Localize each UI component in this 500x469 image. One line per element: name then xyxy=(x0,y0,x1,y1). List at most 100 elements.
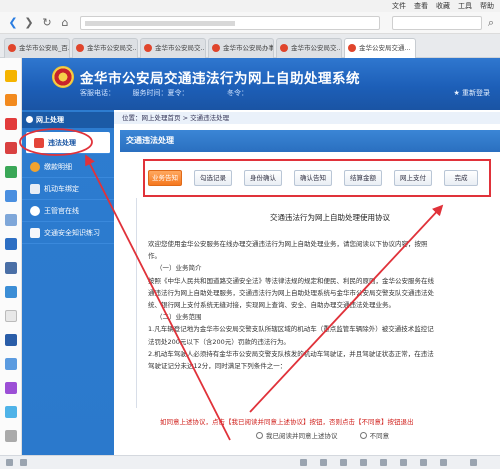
nav-item-safety-quiz[interactable]: 交通安全知识练习 xyxy=(22,222,114,244)
forward-icon[interactable]: ❯ xyxy=(22,16,36,30)
app-icon[interactable] xyxy=(5,334,17,346)
tab-label: 金华公安局交通... xyxy=(359,44,411,52)
address-toolbar: ❮ ❯ ↻ ⌂ ⌕ xyxy=(0,12,500,34)
agree-radio-group: 我已阅读并同意上述协议 不同意 xyxy=(256,430,496,440)
app-icon[interactable] xyxy=(5,142,17,154)
tab-label: 金华市公安局_百... xyxy=(19,44,70,52)
app-icon[interactable] xyxy=(5,406,17,418)
menu-tools[interactable]: 工具 xyxy=(458,1,472,11)
police-emblem-icon xyxy=(52,66,74,88)
status-icon[interactable] xyxy=(420,459,427,466)
step-settle-amount[interactable]: 结算金额 xyxy=(344,170,382,186)
status-bar xyxy=(0,455,500,469)
step-complete[interactable]: 完成 xyxy=(444,170,478,186)
agreement-section-heading: （二）业务范围 xyxy=(156,313,202,322)
agreement-line: 1.凡车辆登记地为金华市公安局交警支队所辖区域的机动车（重点监管车辆除外）被交通… xyxy=(148,325,434,334)
app-icon[interactable] xyxy=(5,358,17,370)
status-icon[interactable] xyxy=(380,459,387,466)
menu-view[interactable]: 查看 xyxy=(414,1,428,11)
step-business-notice[interactable]: 业务告知 xyxy=(148,170,182,186)
search-icon[interactable]: ⌕ xyxy=(484,16,498,30)
tab-2[interactable]: 金华市公安局交... xyxy=(72,38,138,58)
tab-favicon-icon xyxy=(280,44,288,52)
zoom-icon[interactable] xyxy=(470,459,477,466)
nav-item-violation-handling[interactable]: 违法处理 xyxy=(26,132,110,154)
status-icon[interactable] xyxy=(340,459,347,466)
agreement-body: 欢迎您使用金华公安服务在线办理交通违法行为网上自助处理业务，请您阅读以下协议内容… xyxy=(148,238,500,408)
tab-5[interactable]: 金华市公安局交... xyxy=(276,38,342,58)
browser-menu-bar: 文件 查看 收藏 工具 帮助 xyxy=(0,0,500,12)
tab-favicon-icon xyxy=(76,44,84,52)
step-identity-confirm[interactable]: 身份确认 xyxy=(244,170,282,186)
nav-item-label: 缴款明细 xyxy=(44,163,72,171)
vehicle-icon xyxy=(30,184,40,194)
nav-heading: 网上处理 xyxy=(22,112,114,128)
nav-item-payment-details[interactable]: 缴款明细 xyxy=(22,156,114,178)
nav-item-online[interactable]: 王管官在线 xyxy=(22,200,114,222)
tab-strip: 金华市公安局_百... 金华市公安局交... 金华市公安局交... 金华市公安局… xyxy=(0,34,500,58)
app-icon[interactable] xyxy=(5,262,17,274)
disagree-radio-label: 不同意 xyxy=(369,432,390,440)
home-icon[interactable]: ⌂ xyxy=(58,16,72,30)
site-header: 金华市公安局交通违法行为网上自助处理系统 客服电话： 服务时间：夏令： 冬令： … xyxy=(22,58,500,110)
menu-help[interactable]: 帮助 xyxy=(480,1,494,11)
app-icon[interactable] xyxy=(5,382,17,394)
refresh-icon[interactable]: ↻ xyxy=(40,16,54,30)
back-icon[interactable]: ❮ xyxy=(6,16,20,30)
tab-favicon-icon xyxy=(212,44,220,52)
app-icon[interactable] xyxy=(5,310,17,322)
agree-radio[interactable]: 我已阅读并同意上述协议 xyxy=(256,432,338,440)
browser-window: 文件 查看 收藏 工具 帮助 ❮ ❯ ↻ ⌂ ⌕ 金华市公安局_百... 金华市… xyxy=(0,0,500,469)
menu-favorites[interactable]: 收藏 xyxy=(436,1,450,11)
tab-favicon-icon xyxy=(348,44,356,52)
status-icon[interactable] xyxy=(6,459,13,466)
tab-4[interactable]: 金华市公安局办事... xyxy=(208,38,274,58)
status-icon[interactable] xyxy=(400,459,407,466)
browser-sidebar xyxy=(0,58,22,458)
agreement-section-heading: （一）业务简介 xyxy=(156,264,202,273)
quiz-icon xyxy=(30,228,40,238)
app-icon[interactable] xyxy=(5,286,17,298)
tab-3[interactable]: 金华市公安局交... xyxy=(140,38,206,58)
nav-item-vehicle-binding[interactable]: 机动车绑定 xyxy=(22,178,114,200)
tab-label: 金华市公安局交... xyxy=(87,44,138,52)
violation-icon xyxy=(34,138,44,148)
app-icon[interactable] xyxy=(5,94,17,106)
nav-heading-label: 网上处理 xyxy=(36,116,64,124)
app-icon[interactable] xyxy=(5,190,17,202)
app-icon[interactable] xyxy=(5,166,17,178)
menu-file[interactable]: 文件 xyxy=(392,1,406,11)
step-online-payment[interactable]: 网上支付 xyxy=(394,170,432,186)
tab-1[interactable]: 金华市公安局_百... xyxy=(4,38,70,58)
step-select-records[interactable]: 勾选记录 xyxy=(194,170,232,186)
url-input[interactable] xyxy=(80,16,380,30)
user-icon xyxy=(30,206,40,216)
app-icon[interactable] xyxy=(5,430,17,442)
payment-icon xyxy=(30,162,40,172)
status-icon[interactable] xyxy=(20,459,27,466)
relogin-link[interactable]: ★ 重新登录 xyxy=(453,88,490,98)
app-icon[interactable] xyxy=(5,118,17,130)
tab-favicon-icon xyxy=(144,44,152,52)
agreement-line: 2.机动车驾驶人必须持有金华市公安局交警支队核发的机动车驾驶证，并且驾驶证状态正… xyxy=(148,349,434,358)
status-icon[interactable] xyxy=(320,459,327,466)
favorites-star-icon[interactable] xyxy=(5,70,17,82)
agreement-line: 作。 xyxy=(148,252,161,261)
left-nav: 网上处理 违法处理 缴款明细 机动车绑定 王管官在线 交通安全知识练习 xyxy=(22,110,114,455)
agree-radio-label: 我已阅读并同意上述协议 xyxy=(266,432,338,440)
nav-heading-icon xyxy=(26,116,33,123)
agreement-line: 通违法行为网上自助处理服务，交通违法行为网上自助处理系统与金华市公安局交警支队交… xyxy=(148,288,434,297)
agreement-title: 交通违法行为网上自助处理使用协议 xyxy=(270,213,390,222)
agreement-line: 法罚处200元以下（含200元）罚款的违法行为。 xyxy=(148,337,290,346)
status-icon[interactable] xyxy=(440,459,447,466)
app-icon[interactable] xyxy=(5,214,17,226)
app-icon[interactable] xyxy=(5,238,17,250)
disagree-radio[interactable]: 不同意 xyxy=(359,432,390,440)
url-blurred-text xyxy=(85,20,235,26)
status-icon[interactable] xyxy=(360,459,367,466)
step-confirm-notice[interactable]: 确认告知 xyxy=(294,170,332,186)
status-icon[interactable] xyxy=(300,459,307,466)
tab-6-active[interactable]: 金华公安局交通... xyxy=(344,38,416,58)
browser-search-input[interactable] xyxy=(392,16,482,30)
tab-label: 金华市公安局交... xyxy=(155,44,206,52)
